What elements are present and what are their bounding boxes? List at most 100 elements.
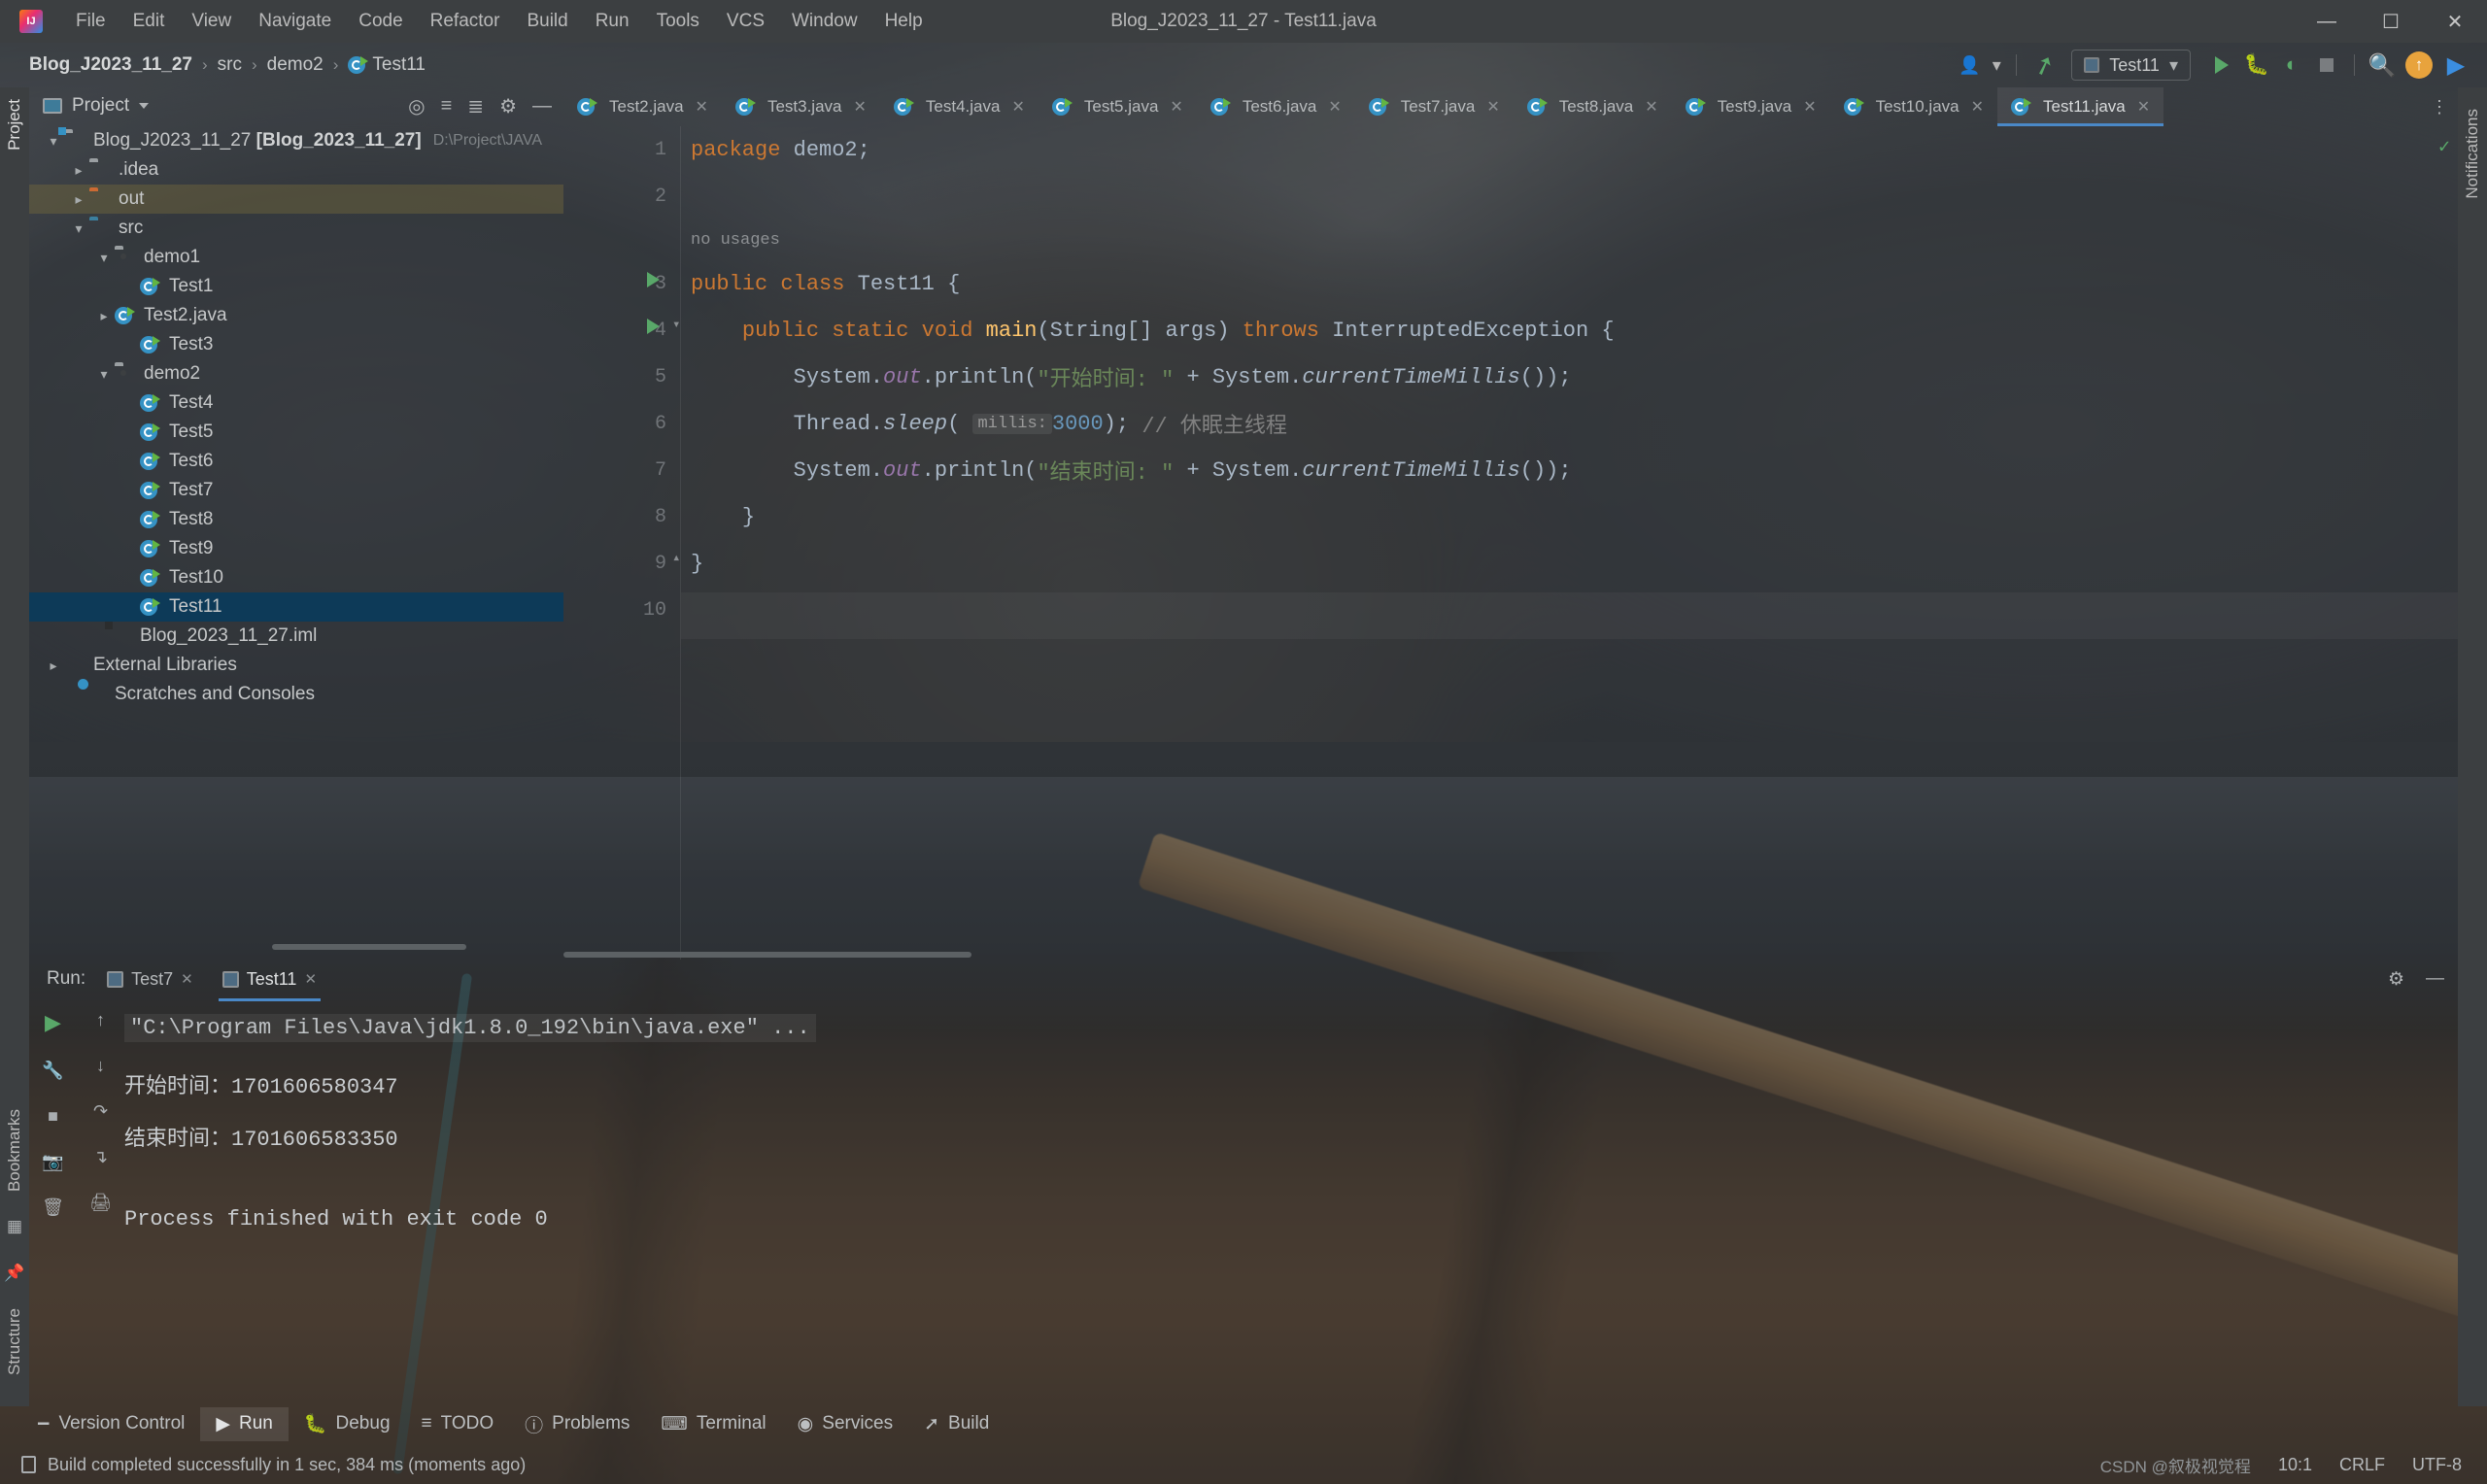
scroll-to-end-icon[interactable]: ↴: [93, 1147, 108, 1167]
build-hammer-icon[interactable]: ➚: [2022, 43, 2066, 87]
tree-node-iml[interactable]: ▸ Blog_2023_11_27.iml: [29, 622, 563, 651]
code-editor[interactable]: 1 2 3 4 5 6 7 8 9 10 ▾ ▴ package demo2;: [563, 126, 2458, 960]
close-icon[interactable]: ✕: [1486, 97, 1499, 117]
search-everywhere-icon[interactable]: 🔍: [2365, 48, 2400, 83]
tree-node-idea[interactable]: ▸ .idea: [29, 155, 563, 185]
tree-node-external-libraries[interactable]: ▸ External Libraries: [29, 651, 563, 680]
tree-node-test3[interactable]: ▸ Test3: [29, 330, 563, 359]
close-icon[interactable]: ✕: [1170, 97, 1182, 117]
debug-bug-icon[interactable]: 🐛: [2239, 48, 2274, 83]
tree-node-out[interactable]: ▸ out: [29, 185, 563, 214]
editor-tab-test6[interactable]: Test6.java ✕: [1197, 87, 1355, 126]
run-with-coverage-icon[interactable]: ◐: [2274, 48, 2309, 83]
close-icon[interactable]: ✕: [1328, 97, 1341, 117]
breadcrumb-src[interactable]: src: [218, 54, 242, 76]
tree-node-test1[interactable]: ▸ Test1: [29, 272, 563, 301]
run-play-icon[interactable]: [2204, 48, 2239, 83]
run-tab-test7[interactable]: Test7 ✕: [99, 965, 201, 994]
menu-item-refactor[interactable]: Refactor: [417, 7, 514, 36]
sidebar-item-notifications[interactable]: Notifications: [2459, 97, 2486, 211]
caret-position[interactable]: 10:1: [2278, 1455, 2312, 1475]
chevron-down-icon[interactable]: ▾: [1987, 48, 2006, 83]
tree-node-test8[interactable]: ▸ Test8: [29, 505, 563, 534]
trash-icon[interactable]: 🗑: [42, 1197, 64, 1218]
scroll-up-icon[interactable]: ↑: [96, 1010, 105, 1030]
camera-icon[interactable]: 📷: [42, 1152, 63, 1172]
chevron-down-icon[interactable]: ▾: [93, 366, 115, 383]
chevron-right-icon[interactable]: ▸: [68, 162, 89, 179]
inspections-ok-check-icon[interactable]: ✓: [2438, 134, 2450, 159]
chevron-right-icon[interactable]: ▸: [43, 658, 64, 674]
tree-node-test11[interactable]: ▸ Test11: [29, 592, 563, 622]
chevron-down-icon[interactable]: ▾: [93, 250, 115, 266]
bottom-tab-version-control[interactable]: 🗕 Version Control: [21, 1402, 200, 1445]
close-icon[interactable]: ✕: [1803, 97, 1816, 117]
close-icon[interactable]: ✕: [1645, 97, 1657, 117]
bottom-tab-services[interactable]: ◉ Services: [782, 1407, 908, 1441]
close-icon[interactable]: ✕: [304, 970, 317, 988]
menu-item-vcs[interactable]: VCS: [713, 7, 778, 36]
breadcrumb-demo2[interactable]: demo2: [267, 54, 324, 76]
more-options-icon[interactable]: ⋮: [2431, 97, 2448, 118]
sidebar-item-bookmarks[interactable]: Bookmarks: [1, 1097, 28, 1203]
bottom-tab-build[interactable]: ➚ Build: [908, 1407, 1005, 1441]
sidebar-item-project[interactable]: Project: [1, 87, 28, 162]
editor-gutter[interactable]: 1 2 3 4 5 6 7 8 9 10 ▾ ▴: [563, 126, 680, 960]
editor-tab-test7[interactable]: Test7.java ✕: [1355, 87, 1514, 126]
close-icon[interactable]: ✕: [2423, 0, 2487, 43]
pin-icon[interactable]: 📌: [4, 1264, 24, 1283]
tree-node-test4[interactable]: ▸ Test4: [29, 388, 563, 418]
breadcrumb-project[interactable]: Blog_J2023_11_27: [29, 54, 192, 76]
menu-item-navigate[interactable]: Navigate: [245, 7, 345, 36]
tree-node-scratches[interactable]: ▸ Scratches and Consoles: [29, 680, 563, 709]
minimize-icon[interactable]: —: [2295, 0, 2359, 43]
run-main-gutter-icon[interactable]: [647, 319, 660, 334]
menu-item-edit[interactable]: Edit: [119, 7, 179, 36]
menu-item-tools[interactable]: Tools: [643, 7, 713, 36]
breadcrumb-test11[interactable]: Test11: [348, 54, 426, 76]
bottom-tab-terminal[interactable]: ⌨ Terminal: [645, 1407, 781, 1441]
tree-node-test6[interactable]: ▸ Test6: [29, 447, 563, 476]
scroll-down-icon[interactable]: ↓: [96, 1056, 105, 1076]
chevron-right-icon[interactable]: ▸: [68, 191, 89, 208]
tree-node-demo1[interactable]: ▾ demo1: [29, 243, 563, 272]
close-icon[interactable]: ✕: [696, 97, 708, 117]
run-console-output[interactable]: "C:\Program Files\Java\jdk1.8.0_192\bin\…: [124, 998, 2458, 1406]
editor-tab-test3[interactable]: Test3.java ✕: [722, 87, 880, 126]
event-log-icon[interactable]: [21, 1456, 36, 1473]
chevron-down-icon[interactable]: [139, 103, 150, 109]
run-configuration-selector[interactable]: Test11 ▾: [2071, 50, 2191, 81]
editor-tab-test8[interactable]: Test8.java ✕: [1514, 87, 1672, 126]
hide-window-icon[interactable]: —: [2426, 968, 2444, 990]
ide-gradient-icon[interactable]: ▶: [2438, 48, 2473, 83]
bottom-tab-run[interactable]: ▶ Run: [200, 1406, 289, 1441]
print-icon[interactable]: 🖨: [89, 1193, 112, 1213]
menu-item-window[interactable]: Window: [778, 7, 871, 36]
code-text-area[interactable]: package demo2; no usages public class Te…: [680, 126, 2458, 960]
wrench-settings-icon[interactable]: 🔧: [42, 1061, 63, 1081]
tree-node-root[interactable]: ▾ Blog_J2023_11_27 [Blog_2023_11_27] D:\…: [29, 126, 563, 155]
maximize-icon[interactable]: ☐: [2359, 0, 2423, 43]
menu-item-view[interactable]: View: [178, 7, 245, 36]
expand-icon[interactable]: ≣: [467, 94, 484, 118]
settings-gear-icon[interactable]: ⚙: [499, 94, 517, 118]
editor-tab-test4[interactable]: Test4.java ✕: [880, 87, 1039, 126]
tree-node-test9[interactable]: ▸ Test9: [29, 534, 563, 563]
editor-tab-test2[interactable]: Test2.java ✕: [563, 87, 722, 126]
editor-tab-test5[interactable]: Test5.java ✕: [1039, 87, 1197, 126]
collapse-all-icon[interactable]: ≡: [441, 95, 453, 118]
rerun-play-icon[interactable]: ▶: [45, 1010, 61, 1035]
menu-item-help[interactable]: Help: [871, 7, 937, 36]
editor-tab-test9[interactable]: Test9.java ✕: [1672, 87, 1830, 126]
tree-node-demo2[interactable]: ▾ demo2: [29, 359, 563, 388]
bottom-tab-problems[interactable]: ⓘ Problems: [509, 1405, 645, 1443]
chevron-down-icon[interactable]: ▾: [68, 220, 89, 237]
chevron-right-icon[interactable]: ▸: [93, 308, 115, 324]
close-icon[interactable]: ✕: [854, 97, 867, 117]
soft-wrap-icon[interactable]: ↷: [93, 1101, 108, 1122]
project-panel-horizontal-scrollbar[interactable]: [272, 944, 466, 950]
stop-square-icon[interactable]: ■: [48, 1106, 58, 1127]
tree-node-test10[interactable]: ▸ Test10: [29, 563, 563, 592]
user-account-icon[interactable]: 👤: [1952, 48, 1987, 83]
update-project-icon[interactable]: ↑: [2405, 51, 2433, 79]
